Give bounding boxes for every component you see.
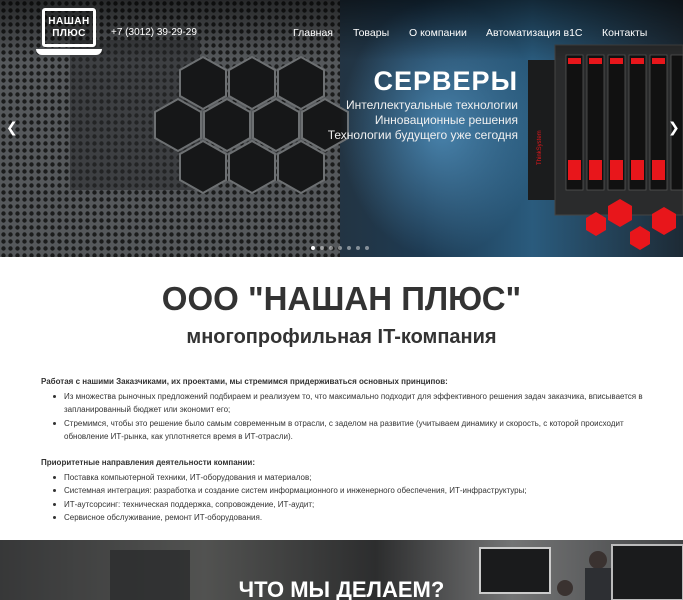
- slide-tagline: Интеллектуальные технологии: [345, 98, 518, 112]
- principles-list: Из множества рыночных предложений подбир…: [41, 390, 661, 444]
- slider-dot[interactable]: [311, 246, 315, 250]
- list-item: Сервисное обслуживание, ремонт ИТ-оборуд…: [41, 511, 661, 525]
- list-item: Из множества рыночных предложений подбир…: [41, 390, 661, 417]
- slide-tagline: Технологии будущего уже сегодня: [327, 128, 518, 142]
- slider-dot[interactable]: [338, 246, 342, 250]
- nav-item-contacts[interactable]: Контакты: [602, 27, 647, 39]
- principles-block: Работая с нашими Заказчиками, их проекта…: [41, 375, 661, 444]
- company-subtitle: многопрофильная IT-компания: [186, 326, 497, 348]
- main-nav: Главная Товары О компании Автоматизация …: [0, 27, 683, 41]
- nav-item-home[interactable]: Главная: [293, 27, 333, 39]
- slide-taglines: Интеллектуальные технологии Инновационны…: [328, 98, 518, 143]
- what-we-do-heading: ЧТО МЫ ДЕЛАЕМ?: [238, 577, 445, 600]
- list-item: ИТ-аутсорсинг: техническая поддержка, со…: [41, 498, 661, 512]
- svg-text:ThinkSystem: ThinkSystem: [537, 130, 543, 165]
- slider-dots: [311, 246, 369, 250]
- slider-dot[interactable]: [365, 246, 369, 250]
- list-item: Стремимся, чтобы это решение было самым …: [41, 417, 661, 444]
- directions-heading: Приоритетные направления деятельности ко…: [41, 458, 255, 467]
- principles-heading: Работая с нашими Заказчиками, их проекта…: [41, 377, 448, 386]
- list-item: Поставка компьютерной техники, ИТ-оборуд…: [41, 471, 661, 485]
- slide-tagline: Инновационные решения: [374, 113, 518, 127]
- directions-block: Приоритетные направления деятельности ко…: [41, 456, 661, 525]
- nav-item-1c-automation[interactable]: Автоматизация в1С: [486, 27, 583, 39]
- chevron-left-icon[interactable]: ❮: [6, 119, 18, 136]
- company-name-heading: ООО "НАШАН ПЛЮС": [161, 280, 522, 317]
- slider-dot[interactable]: [329, 246, 333, 250]
- slider-dot[interactable]: [356, 246, 360, 250]
- hero-slider: ThinkSystem НАШАН ПЛЮС +7 (3012) 39-29-2…: [0, 0, 683, 257]
- what-we-do-section: ЧТО МЫ ДЕЛАЕМ?: [0, 540, 683, 600]
- nav-item-about[interactable]: О компании: [409, 27, 467, 39]
- slider-dot[interactable]: [320, 246, 324, 250]
- chevron-right-icon[interactable]: ❯: [668, 119, 680, 136]
- list-item: Системная интеграция: разработка и созда…: [41, 484, 661, 498]
- slide-title: СЕРВЕРЫ: [373, 66, 518, 96]
- slider-dot[interactable]: [347, 246, 351, 250]
- nav-item-products[interactable]: Товары: [353, 27, 389, 39]
- logo-text-line1: НАШАН: [48, 15, 90, 27]
- directions-list: Поставка компьютерной техники, ИТ-оборуд…: [41, 471, 661, 525]
